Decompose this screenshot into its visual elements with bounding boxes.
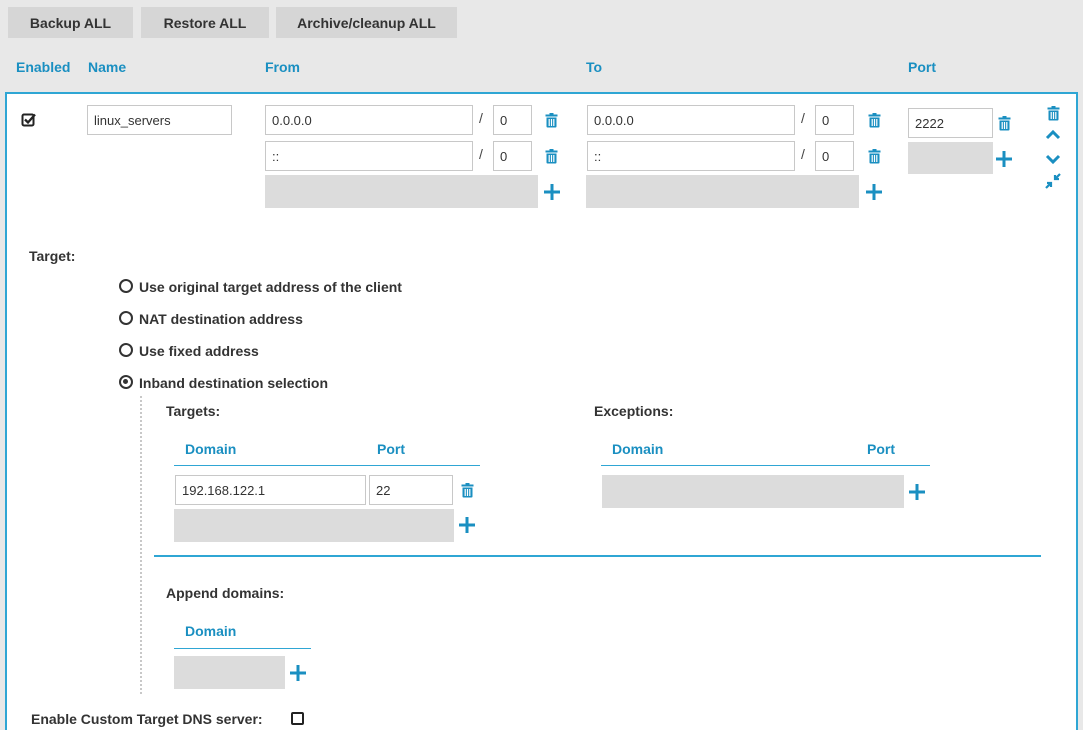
from-mask-input[interactable]: 0 <box>493 105 532 135</box>
column-header-name: Name <box>88 59 127 75</box>
radio-label-original-target: Use original target address of the clien… <box>139 279 402 295</box>
trash-icon[interactable] <box>459 482 475 498</box>
column-header-enabled: Enabled <box>16 59 71 75</box>
mask-separator: / <box>479 110 483 126</box>
trash-icon[interactable] <box>866 112 882 128</box>
target-port-input[interactable]: 22 <box>369 475 453 505</box>
append-domain-header: Domain <box>185 623 237 639</box>
to-address-input[interactable]: 0.0.0.0 <box>587 105 795 135</box>
from-address-input[interactable]: :: <box>265 141 473 171</box>
radio-fixed-address[interactable] <box>119 343 133 357</box>
targets-header-divider <box>174 465 480 466</box>
append-domains-label: Append domains: <box>166 585 285 601</box>
append-domain-new-field[interactable] <box>174 656 285 689</box>
indent-guide <box>140 396 142 694</box>
exceptions-port-header: Port <box>867 441 895 457</box>
from-address-input[interactable]: 0.0.0.0 <box>265 105 473 135</box>
checkbox-icon[interactable] <box>20 111 36 127</box>
target-label: Target: <box>29 248 76 264</box>
to-mask-input[interactable]: 0 <box>815 141 854 171</box>
trash-icon[interactable] <box>996 115 1012 131</box>
radio-label-fixed-address: Use fixed address <box>139 343 259 359</box>
trash-icon[interactable] <box>866 148 882 164</box>
rule-details-panel <box>5 226 1078 730</box>
archive-cleanup-all-button[interactable]: Archive/cleanup ALL <box>276 7 457 38</box>
port-input[interactable]: 2222 <box>908 108 993 138</box>
mask-separator: / <box>479 146 483 162</box>
custom-dns-label: Enable Custom Target DNS server: <box>31 711 263 727</box>
backup-all-button[interactable]: Backup ALL <box>8 7 133 38</box>
radio-inband-selection[interactable] <box>119 375 133 389</box>
custom-dns-checkbox[interactable] <box>291 712 304 725</box>
plus-icon[interactable] <box>456 514 478 536</box>
trash-icon[interactable] <box>543 148 559 164</box>
column-header-port: Port <box>908 59 936 75</box>
targets-domain-header: Domain <box>185 441 237 457</box>
to-mask-input[interactable]: 0 <box>815 105 854 135</box>
port-new-field[interactable] <box>908 142 993 174</box>
section-divider <box>154 555 1041 557</box>
column-header-from: From <box>265 59 300 75</box>
trash-icon[interactable] <box>543 112 559 128</box>
to-address-input[interactable]: :: <box>587 141 795 171</box>
from-new-address-field[interactable] <box>265 175 538 208</box>
radio-nat-destination[interactable] <box>119 311 133 325</box>
plus-icon[interactable] <box>993 148 1015 170</box>
chevron-down-icon[interactable] <box>1044 152 1062 166</box>
collapse-icon[interactable] <box>1043 171 1063 191</box>
radio-label-nat-destination: NAT destination address <box>139 311 303 327</box>
mask-separator: / <box>801 110 805 126</box>
exceptions-label: Exceptions: <box>594 403 674 419</box>
target-domain-input[interactable]: 192.168.122.1 <box>175 475 366 505</box>
exceptions-header-divider <box>601 465 930 466</box>
exception-new-field[interactable] <box>602 475 904 508</box>
to-new-address-field[interactable] <box>586 175 859 208</box>
rule-name-input[interactable]: linux_servers <box>87 105 232 135</box>
column-header-to: To <box>586 59 603 75</box>
plus-icon[interactable] <box>863 181 885 203</box>
trash-icon[interactable] <box>1045 105 1061 121</box>
plus-icon[interactable] <box>541 181 563 203</box>
targets-port-header: Port <box>377 441 405 457</box>
plus-icon[interactable] <box>906 481 928 503</box>
append-header-divider <box>174 648 311 649</box>
exceptions-domain-header: Domain <box>612 441 664 457</box>
target-new-field[interactable] <box>174 509 454 542</box>
mask-separator: / <box>801 146 805 162</box>
plus-icon[interactable] <box>287 662 309 684</box>
restore-all-button[interactable]: Restore ALL <box>141 7 269 38</box>
targets-label: Targets: <box>166 403 221 419</box>
from-mask-input[interactable]: 0 <box>493 141 532 171</box>
chevron-up-icon[interactable] <box>1044 128 1062 142</box>
radio-label-inband-selection: Inband destination selection <box>139 375 329 391</box>
radio-original-target[interactable] <box>119 279 133 293</box>
